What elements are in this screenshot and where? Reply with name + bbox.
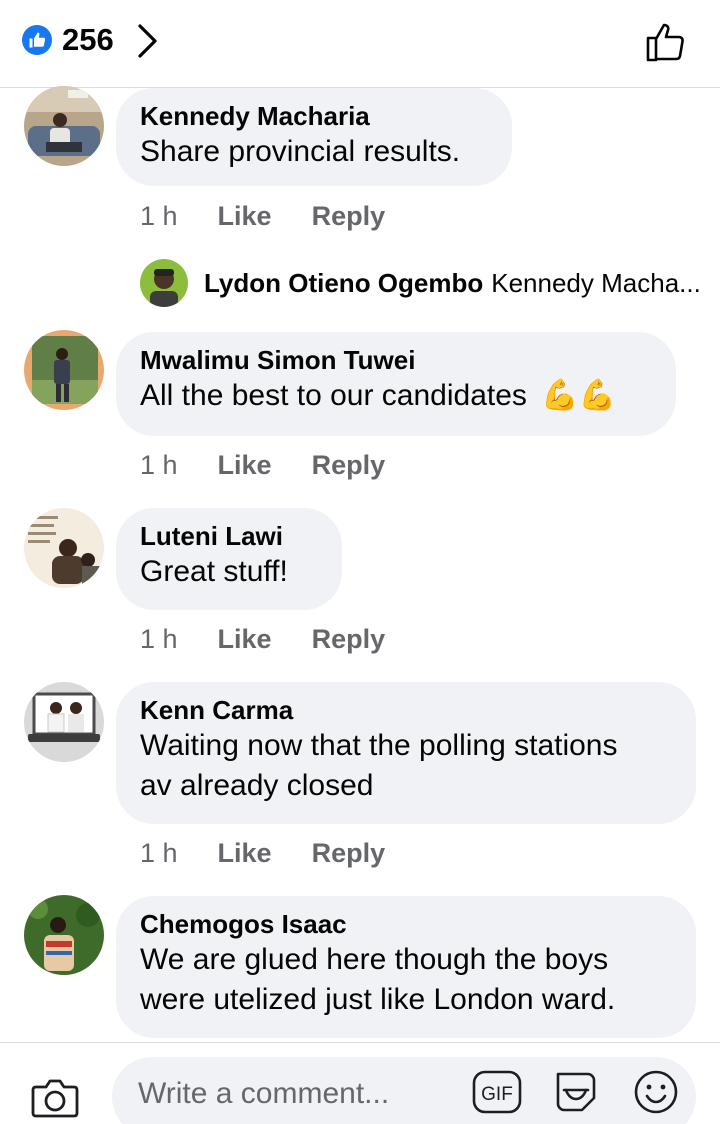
camera-icon[interactable] [30,1075,80,1124]
comment-time: 1 h [140,450,178,480]
comment-text: Share provincial results. [140,135,461,168]
comment-time: 1 h [140,201,178,231]
comment-text-line: We are glued here though the boys [140,943,609,976]
comment-input[interactable]: Write a comment... [112,1057,696,1124]
avatar[interactable] [24,895,104,975]
comment-text-line: av already closed [140,769,374,802]
comment-actions: 1 h Like Reply [140,838,385,869]
reply-button[interactable]: Reply [312,450,386,481]
avatar[interactable] [24,330,104,410]
comment-text-line: Waiting now that the polling stations [140,729,618,762]
like-button[interactable]: Like [218,450,272,481]
comment-text-body: All the best to our candidates [140,379,527,412]
comment-actions: 1 h Like Reply [140,450,385,481]
comment-bubble: Luteni Lawi Great stuff! [116,508,342,610]
comment-author[interactable]: Kennedy Macharia [140,100,488,132]
like-badge-icon [22,25,52,55]
comment-time: 1 h [140,838,178,868]
comment-author[interactable]: Chemogos Isaac [140,908,672,940]
reactions-header: 256 [0,0,720,88]
comment-actions: 1 h Like Reply [140,201,385,232]
like-button[interactable]: Like [218,624,272,655]
comment-bubble: Mwalimu Simon Tuwei All the best to our … [116,332,676,436]
comment-author[interactable]: Luteni Lawi [140,520,318,552]
chevron-right-icon[interactable] [136,22,160,65]
reaction-count[interactable]: 256 [62,22,114,58]
gif-icon[interactable]: GIF [472,1070,522,1119]
comment-author[interactable]: Mwalimu Simon Tuwei [140,344,652,376]
like-button[interactable]: Like [218,201,272,232]
thumbs-up-outline-icon[interactable] [644,18,690,69]
avatar[interactable] [24,86,104,166]
avatar[interactable] [24,508,104,588]
comment-time: 1 h [140,624,178,654]
comment-text: All the best to our candidates 💪💪 [140,376,652,416]
flexed-biceps-emoji: 💪💪 [541,379,616,412]
reply-author[interactable]: Lydon Otieno Ogembo [204,268,483,299]
comment-composer: Write a comment... [0,1042,720,1124]
comment-bubble: Chemogos Isaac We are glued here though … [116,896,696,1038]
comment-bubble: Kenn Carma Waiting now that the polling … [116,682,696,824]
comment-bubble: Kennedy Macharia Share provincial result… [116,88,512,186]
reply-button[interactable]: Reply [312,838,386,869]
gif-label: GIF [481,1084,513,1105]
reply-snippet: Kennedy Macha... [491,267,701,298]
comment-placeholder: Write a comment... [138,1077,390,1110]
like-button[interactable]: Like [218,838,272,869]
sticker-icon[interactable] [552,1068,600,1121]
comment-text-line: were utelized just like London ward. [140,983,616,1016]
avatar[interactable] [24,682,104,762]
emoji-icon[interactable] [632,1068,680,1121]
comment-text: Great stuff! [140,555,288,588]
reply-preview[interactable]: Lydon Otieno Ogembo Kennedy Macha... [140,259,701,307]
reply-button[interactable]: Reply [312,201,386,232]
comment-author[interactable]: Kenn Carma [140,694,672,726]
avatar[interactable] [140,259,188,307]
comment-actions: 1 h Like Reply [140,624,385,655]
reply-button[interactable]: Reply [312,624,386,655]
